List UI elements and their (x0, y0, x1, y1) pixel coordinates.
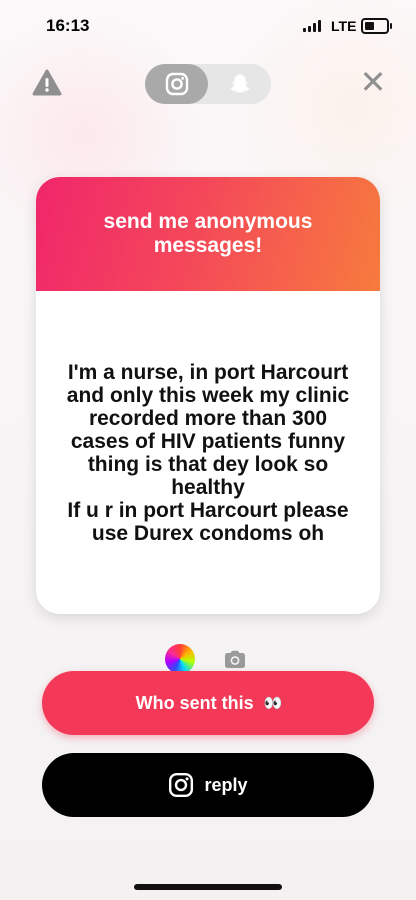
platform-toggle (145, 64, 271, 104)
card-header: send me anonymous messages! (36, 177, 380, 291)
home-indicator[interactable] (134, 884, 282, 890)
eyes-icon: 👀 (263, 695, 283, 712)
instagram-icon (169, 772, 194, 798)
message-text: I'm a nurse, in port Harcourt and only t… (66, 360, 350, 545)
status-bar: 16:13 LTE (0, 0, 416, 56)
camera-icon[interactable] (222, 647, 248, 673)
close-icon[interactable]: ✕ (358, 66, 388, 98)
reply-label: reply (204, 774, 248, 795)
color-wheel-icon[interactable] (165, 644, 195, 674)
instagram-icon (165, 72, 188, 96)
tab-instagram[interactable] (145, 64, 208, 104)
signal-icon (303, 20, 321, 32)
who-sent-label: Who sent this (135, 692, 254, 713)
message-card: send me anonymous messages! I'm a nurse,… (36, 177, 380, 614)
reply-button[interactable]: reply (42, 753, 374, 817)
tab-snapchat[interactable] (208, 64, 271, 104)
who-sent-button[interactable]: Who sent this 👀 (42, 671, 374, 735)
network-label: LTE (331, 18, 357, 34)
snapchat-ghost-icon (229, 74, 250, 93)
warning-triangle-icon[interactable] (31, 67, 63, 99)
status-time: 16:13 (46, 16, 90, 35)
battery-icon (361, 18, 392, 34)
